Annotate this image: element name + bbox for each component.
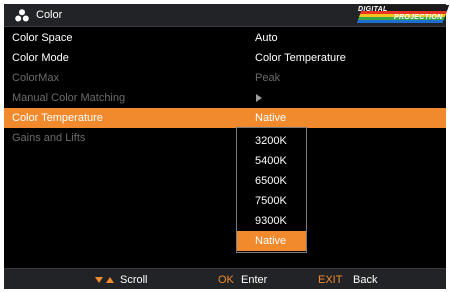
dropdown-option-label: 3200K [255,135,287,147]
dropdown-option-3200k[interactable]: 3200K [237,131,306,151]
menu-item-label: Color Mode [12,52,69,64]
dropdown-option-label: 5400K [255,155,287,167]
dropdown-option-label: 7500K [255,195,287,207]
menu-item-color-mode[interactable]: Color Mode Color Temperature [4,48,446,68]
submenu-arrow-icon [256,94,262,102]
menu-header: Color DIGITAL PROJECTION [4,4,450,27]
key-hint-bar: Scroll OK Enter EXIT Back [4,268,446,289]
menu-item-value: Native [255,112,287,124]
arrow-down-icon [95,277,103,283]
menu-item-label: Manual Color Matching [12,92,126,104]
brand-logo: DIGITAL PROJECTION [356,5,450,23]
color-temperature-dropdown[interactable]: 3200K 5400K 6500K 7500K 9300K Native [236,127,307,253]
ok-key-label: OK [218,274,234,286]
osd-menu: Color DIGITAL PROJECTION Color Space Aut… [4,4,450,289]
menu-item-color-space[interactable]: Color Space Auto [4,28,446,48]
dropdown-option-9300k[interactable]: 9300K [237,211,306,231]
menu-item-label: Color Space [12,32,73,44]
menu-item-value: Color Temperature [255,52,346,64]
menu-item-value: Peak [255,72,281,84]
page-title: Color [36,9,63,21]
back-hint-label: Back [353,274,378,286]
dropdown-option-label: 9300K [255,215,287,227]
menu-item-label: Gains and Lifts [12,132,86,144]
menu-item-value: Auto [255,32,278,44]
dropdown-option-6500k[interactable]: 6500K [237,171,306,191]
color-dots-icon [15,9,29,22]
dropdown-option-5400k[interactable]: 5400K [237,151,306,171]
menu-item-colormax: ColorMax Peak [4,68,446,88]
logo-text-projection: PROJECTION [394,14,443,21]
exit-key-label: EXIT [318,274,343,286]
dropdown-option-7500k[interactable]: 7500K [237,191,306,211]
dropdown-option-native[interactable]: Native [237,231,306,251]
dropdown-option-label: 6500K [255,175,287,187]
arrow-up-icon [106,277,114,283]
menu-item-label: ColorMax [12,72,60,84]
menu-item-manual-color-matching: Manual Color Matching [4,88,446,108]
dropdown-option-label: Native [255,235,287,247]
scroll-hint-label: Scroll [120,274,148,286]
enter-hint-label: Enter [241,274,268,286]
menu-item-color-temperature[interactable]: Color Temperature Native [4,108,446,128]
menu-item-gains-and-lifts: Gains and Lifts [4,128,446,148]
menu-item-label: Color Temperature [12,112,103,124]
logo-text-digital: DIGITAL [358,6,388,13]
